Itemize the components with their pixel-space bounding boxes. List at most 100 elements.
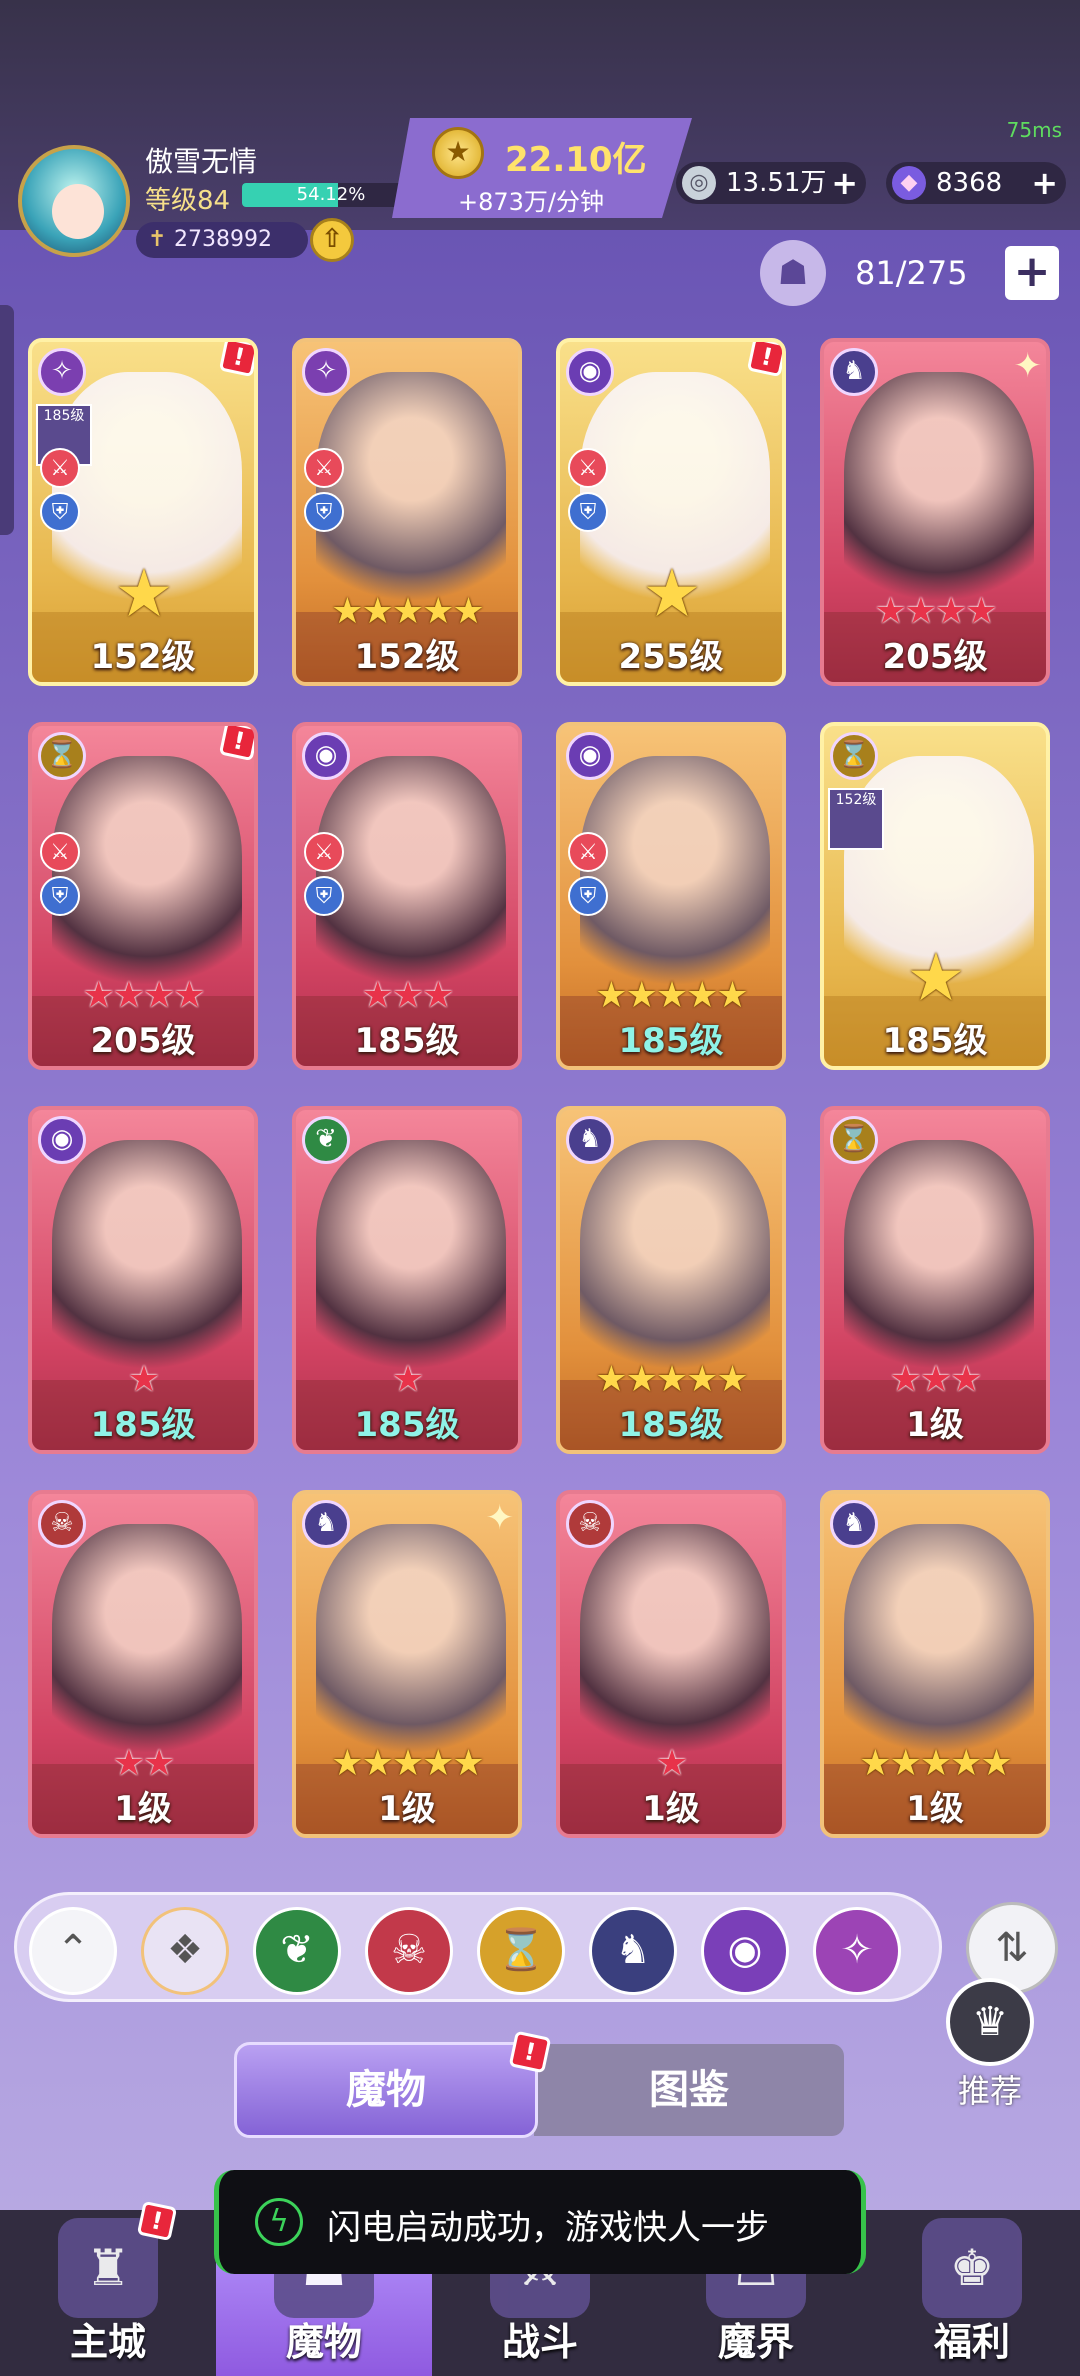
filter-leaf-icon[interactable]: ❦ (253, 1907, 341, 1995)
dragon-faction-icon: ♞ (566, 1116, 614, 1164)
star-icon: ★ (686, 1359, 718, 1400)
gem-currency[interactable]: ◆ 8368 + (886, 162, 1066, 204)
monster-portrait (844, 1140, 1034, 1390)
monster-card[interactable]: ❦ ★ 185级 (292, 1106, 522, 1454)
star-icon: ★ (361, 591, 394, 632)
nav-item[interactable]: ♜! 主城 (0, 2200, 216, 2376)
star-rating: ★ (560, 555, 782, 632)
monster-card[interactable]: ◉ ⚔ ⛨ ★★★★★ 185级 (556, 722, 786, 1070)
filter-hourglass-icon[interactable]: ⌛ (477, 1907, 565, 1995)
monster-card[interactable]: ☠ ★ 1级 (556, 1490, 786, 1838)
capacity-plus-button[interactable]: + (1005, 246, 1059, 300)
recommend-button[interactable]: ♛ 推荐 (940, 1978, 1040, 2110)
star-icon: ★ (452, 1743, 484, 1784)
gold-rate: +873万/分钟 (458, 188, 605, 216)
monster-portrait (316, 756, 506, 1006)
monster-portrait (52, 756, 242, 1006)
monster-card[interactable]: ⌛ 152级 ★ 185级 (820, 722, 1050, 1070)
silver-plus-icon[interactable]: + (831, 162, 858, 204)
monster-card[interactable]: ◉ ★ 185级 (28, 1106, 258, 1454)
nav-item[interactable]: ♚ 福利 (864, 2210, 1080, 2376)
monster-portrait (844, 372, 1034, 622)
attack-badge-icon: ⚔ (568, 448, 608, 488)
star-rating: ★★★★★ (296, 591, 518, 632)
monster-level: 205级 (882, 637, 988, 677)
star-rating: ★ (296, 1359, 518, 1400)
monster-level: 255级 (618, 637, 724, 677)
monster-card[interactable]: ♞ ★★★★★ 185级 (556, 1106, 786, 1454)
gem-icon: ◆ (892, 166, 926, 200)
nav-label: 福利 (933, 2320, 1010, 2364)
star-icon: ★ (919, 1359, 952, 1400)
eye-faction-icon: ◉ (566, 348, 614, 396)
star-icon: ★ (114, 555, 173, 632)
attack-badge-icon: ⚔ (568, 832, 608, 872)
toast-notification: ϟ 闪电启动成功，游戏快人一步 (214, 2170, 866, 2274)
star-icon: ★ (422, 975, 454, 1016)
monster-card[interactable]: ⌛ ★★★ 1级 (820, 1106, 1050, 1454)
hourglass-faction-icon: ⌛ (830, 1116, 878, 1164)
ping-indicator: 75ms (1006, 118, 1062, 142)
filter-all-icon[interactable]: ❖ (141, 1907, 229, 1995)
silver-amount: 13.51万 (726, 168, 827, 198)
filter-eye-icon[interactable]: ◉ (701, 1907, 789, 1995)
side-tab[interactable] (0, 305, 14, 535)
defense-badge-icon: ⛨ (40, 876, 80, 916)
star-icon: ★ (906, 939, 965, 1016)
attack-badge-icon: ⚔ (40, 448, 80, 488)
filter-collapse-icon[interactable]: ⌃ (29, 1907, 117, 1995)
star-icon: ★ (112, 975, 145, 1016)
star-icon: ★ (625, 975, 658, 1016)
star-icon: ★ (874, 591, 906, 632)
star-icon: ★ (331, 591, 363, 632)
xp-percent: 54.12% (296, 184, 366, 205)
monster-level: 1级 (378, 1789, 436, 1829)
star-rating: ★★★★★ (560, 975, 782, 1016)
monster-level: 185级 (354, 1405, 460, 1445)
leaf-faction-icon: ❦ (302, 1116, 350, 1164)
star-icon: ★ (686, 975, 718, 1016)
filter-dragon-icon[interactable]: ♞ (589, 1907, 677, 1995)
monster-card[interactable]: ◉ ⚔ ⛨ ★★★ 185级 (292, 722, 522, 1070)
monster-card[interactable]: ✧ 185级 ⚔ ⛨! ★ 152级 (28, 338, 258, 686)
monster-card[interactable]: ♞ ✦ ★★★★ 205级 (820, 338, 1050, 686)
silver-currency[interactable]: ◎ 13.51万 + (676, 162, 866, 204)
monster-portrait (580, 1524, 770, 1774)
filter-demon-icon[interactable]: ☠ (365, 1907, 453, 1995)
monster-card[interactable]: ♞ ★★★★★ 1级 (820, 1490, 1050, 1838)
monster-level: 185级 (882, 1021, 988, 1061)
dragon-faction-icon: ♞ (830, 348, 878, 396)
star-rating: ★★ (32, 1743, 254, 1784)
star-rating: ★★★★★ (824, 1743, 1046, 1784)
monster-card[interactable]: ◉ ⚔ ⛨! ★ 255级 (556, 338, 786, 686)
nav-label: 魔物 (285, 2320, 362, 2364)
player-avatar[interactable] (18, 145, 130, 257)
tab-codex[interactable]: 图鉴 (534, 2044, 844, 2136)
monster-level: 1级 (906, 1405, 964, 1445)
dragon-faction-icon: ♞ (830, 1500, 878, 1548)
monster-portrait (580, 756, 770, 1006)
star-icon: ★ (980, 1743, 1012, 1784)
monster-portrait (52, 1140, 242, 1390)
gem-plus-icon[interactable]: + (1031, 162, 1058, 204)
monster-level: 185级 (90, 1405, 196, 1445)
star-icon: ★ (391, 591, 424, 632)
power-up-button[interactable]: ⇧ (310, 218, 354, 262)
monster-card[interactable]: ☠ ★★ 1级 (28, 1490, 258, 1838)
monster-card[interactable]: ⌛ ⚔ ⛨! ★★★★ 205级 (28, 722, 258, 1070)
monster-card[interactable]: ♞ ✦ ★★★★★ 1级 (292, 1490, 522, 1838)
nav-alert-icon: ! (136, 2200, 178, 2242)
nav-label: 主城 (69, 2320, 146, 2364)
star-icon: ★ (112, 1743, 145, 1784)
star-icon: ★ (595, 1359, 627, 1400)
monster-portrait (844, 1524, 1034, 1774)
alert-icon: ! (218, 726, 254, 762)
monster-level: 185级 (618, 1021, 724, 1061)
filter-swirl-icon[interactable]: ✧ (813, 1907, 901, 1995)
star-rating: ★ (824, 939, 1046, 1016)
star-rating: ★ (32, 1359, 254, 1400)
star-icon: ★ (919, 1743, 952, 1784)
star-icon: ★ (143, 1743, 175, 1784)
tab-monsters[interactable]: 魔物 (234, 2042, 538, 2138)
monster-card[interactable]: ✧ ⚔ ⛨ ★★★★★ 152级 (292, 338, 522, 686)
